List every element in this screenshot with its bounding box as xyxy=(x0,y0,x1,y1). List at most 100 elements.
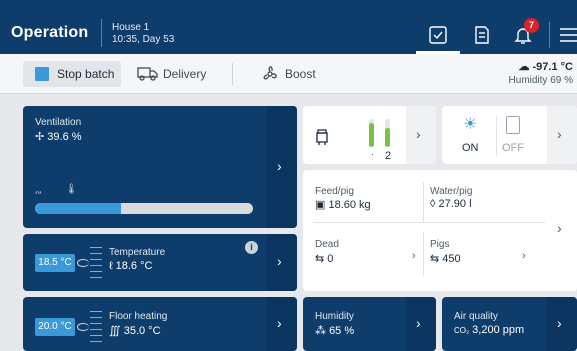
air-quality-card[interactable]: Air quality CO₂ 3,200 ppm › xyxy=(442,297,577,351)
light-divider xyxy=(496,116,497,156)
stop-batch-label: Stop batch xyxy=(57,67,115,81)
scale-ticks xyxy=(90,247,102,283)
chevron-right-icon: › xyxy=(277,315,282,331)
air-quality-open-area[interactable]: › xyxy=(547,297,577,351)
pigs-label: Pigs xyxy=(430,239,450,250)
floor-heating-card[interactable]: 20.0 °C Floor heating ∭ 35.0 °C › xyxy=(23,297,297,351)
boost-button[interactable]: Boost xyxy=(285,67,316,81)
ventilation-value-row: ✢ 39.6 % xyxy=(35,130,82,143)
humidity-icon: ⁂ xyxy=(315,325,326,337)
chevron-right-icon: › xyxy=(277,158,282,174)
water-value: 27.90 l xyxy=(438,198,472,210)
outdoor-temperature: -97.1 °C xyxy=(532,61,573,73)
humidity-open-area[interactable]: › xyxy=(406,297,436,351)
humidity-card[interactable]: Humidity ⁂ 65 % › xyxy=(303,297,436,351)
chevron-right-icon: › xyxy=(557,220,562,236)
floor-heating-value-row: ∭ 35.0 °C xyxy=(109,324,161,337)
stop-batch-button[interactable]: Stop batch xyxy=(23,61,121,87)
dot-indicator: · xyxy=(371,149,374,159)
floor-heating-open-area[interactable]: › xyxy=(267,297,297,351)
light-open-area[interactable]: › xyxy=(547,106,577,164)
action-toolbar: Stop batch Delivery Boost ☁ -97.1 °C Hum… xyxy=(0,54,577,94)
feed-value-row: ▣ 18.60 kg xyxy=(315,198,371,211)
light-off-label[interactable]: OFF xyxy=(502,142,524,154)
scale-ticks xyxy=(90,311,102,347)
feed-label: Feed/pig xyxy=(315,186,354,197)
ventilation-level-fill xyxy=(35,203,122,214)
floor-heating-value: 35.0 °C xyxy=(123,325,161,337)
feed-level-bar xyxy=(385,128,390,147)
fan-icon xyxy=(260,64,280,89)
thermometer-icon: 🌡︎ xyxy=(65,184,78,195)
chevron-right-icon: › xyxy=(416,126,421,142)
fan-icon: ✢ xyxy=(35,131,45,143)
top-bar: Operation House 1 10:35, Day 53 7 xyxy=(0,0,577,54)
light-off-icon xyxy=(506,116,520,134)
temperature-value: 18.6 °C xyxy=(115,260,153,272)
chevron-right-icon: › xyxy=(412,250,416,262)
truck-icon xyxy=(137,64,159,87)
chevron-right-icon: › xyxy=(277,253,282,269)
dead-label: Dead xyxy=(315,239,339,250)
pig-icon: ⇆ xyxy=(430,253,440,265)
feeder-open-area[interactable]: › xyxy=(406,106,436,164)
house-info[interactable]: House 1 10:35, Day 53 xyxy=(112,22,174,46)
air-quality-label: Air quality xyxy=(454,311,498,322)
header-divider xyxy=(549,22,550,48)
pig-icon: ⇆ xyxy=(315,253,325,265)
co2-icon: CO₂ xyxy=(454,326,470,335)
chevron-right-icon: › xyxy=(522,250,526,262)
floor-heating-setpoint: 20.0 °C xyxy=(35,318,75,336)
house-name: House 1 xyxy=(112,22,150,33)
dead-section[interactable]: Dead ⇆ 0 › xyxy=(303,225,423,285)
report-icon[interactable] xyxy=(471,24,493,46)
stats-open-area[interactable]: › xyxy=(547,170,577,291)
header-divider xyxy=(101,19,102,47)
slider-knob-icon xyxy=(77,259,89,267)
feeder-card[interactable]: · 2 › xyxy=(303,106,436,164)
stats-divider xyxy=(313,222,545,223)
floor-heating-label: Floor heating xyxy=(109,311,168,322)
water-value-row: ◊ 27.90 l xyxy=(430,198,472,210)
feed-level-bar xyxy=(369,123,374,147)
temperature-card[interactable]: 18.5 °C Temperature ℓ 18.6 °C i › xyxy=(23,234,297,291)
ventilation-label: Ventilation xyxy=(35,117,82,128)
feeder-count: 2 xyxy=(385,150,392,162)
humidity-value-row: ⁂ 65 % xyxy=(315,324,354,337)
chevron-right-icon: › xyxy=(557,126,562,142)
ventilation-card[interactable]: Ventilation ✢ 39.6 % ∾ 🌡︎ › xyxy=(23,106,297,228)
info-icon[interactable]: i xyxy=(245,241,258,254)
lightbulb-icon: ☀ xyxy=(463,116,478,133)
heat-waves-icon: ∭ xyxy=(109,325,121,337)
menu-icon[interactable] xyxy=(558,24,577,46)
air-quality-value: 3,200 ppm xyxy=(472,324,525,336)
dead-value: 0 xyxy=(327,253,334,265)
light-on-label[interactable]: ON xyxy=(462,142,479,154)
pigs-value: 450 xyxy=(442,253,461,265)
pigs-value-row: ⇆ 450 xyxy=(430,252,461,265)
chevron-right-icon: › xyxy=(557,315,562,331)
feeder-icon xyxy=(315,128,329,151)
ventilation-level-bar xyxy=(35,203,253,214)
home-icon[interactable] xyxy=(427,24,449,46)
ventilation-open-area[interactable]: › xyxy=(267,106,297,228)
cloud-sun-icon: ☁ xyxy=(518,61,530,73)
light-card[interactable]: ☀ ON OFF › xyxy=(442,106,577,164)
page-title: Operation xyxy=(11,24,89,41)
dead-value-row: ⇆ 0 xyxy=(315,252,333,265)
outdoor-humidity: Humidity 69 % xyxy=(508,75,573,86)
slider-knob-icon xyxy=(77,323,89,331)
stop-icon xyxy=(35,67,49,81)
feed-bag-icon: ▣ xyxy=(315,199,326,211)
temperature-open-area[interactable]: › xyxy=(267,234,297,291)
pigs-section[interactable]: Pigs ⇆ 450 › xyxy=(424,225,545,285)
ventilation-value: 39.6 % xyxy=(47,131,82,143)
toolbar-divider xyxy=(232,63,233,85)
chevron-right-icon: › xyxy=(416,315,421,331)
temperature-setpoint: 18.5 °C xyxy=(35,254,75,272)
temperature-value-row: ℓ 18.6 °C xyxy=(109,260,152,272)
time-day: 10:35, Day 53 xyxy=(112,34,175,45)
delivery-button[interactable]: Delivery xyxy=(163,67,206,81)
humidity-label: Humidity xyxy=(315,311,354,322)
humidity-value: 65 % xyxy=(329,325,355,337)
